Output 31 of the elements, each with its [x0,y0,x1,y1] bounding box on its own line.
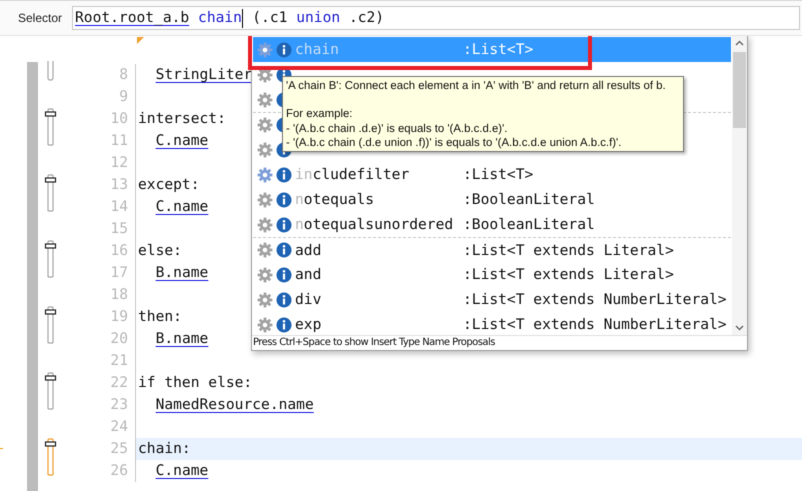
tooltip-text: For example: [286,107,354,122]
line-number: 22 [109,373,129,393]
code-text: intersect: [138,109,226,129]
code-text: if then else: [138,373,252,393]
line-number: 10 [109,109,129,129]
code-text: except: [138,175,200,195]
line-number: 25 [109,439,129,459]
code-text: chain: [138,439,191,459]
line-number: 17 [109,263,129,283]
selector-label: Selector [18,11,64,25]
line-number: 13 [109,175,129,195]
line-number: 19 [109,307,129,327]
line-number: 23 [109,395,129,415]
code-text: else: [138,241,182,261]
line-number: 9 [118,87,129,107]
line-number: 15 [109,219,129,239]
line-number: 20 [109,329,129,349]
line-number: 24 [109,417,129,437]
tooltip-text: 'A chain B': Connect each element a in 'A' with 'B' and return all results of b. [286,79,667,94]
code-text: then: [138,307,182,327]
line-number: 21 [109,351,129,371]
line-number: 11 [109,131,129,151]
line-number: 8 [118,65,129,85]
tooltip-text: - '(A.b.c chain (.d.e union .f))' is equals to '(A.b.c.d.e union A.b.c.f)'. [286,136,622,150]
status-hint: Press Ctrl+Space to show Insert Type Name Proposals [252,335,747,350]
line-number: 26 [109,461,129,481]
line-number: 16 [109,241,129,261]
line-number: 18 [109,285,129,305]
line-number: 14 [109,197,129,217]
line-number: 12 [109,153,129,173]
tooltip-text: - '(A.b.c chain .d.e)' is equals to '(A.b.c.d.e)'. [286,122,508,136]
